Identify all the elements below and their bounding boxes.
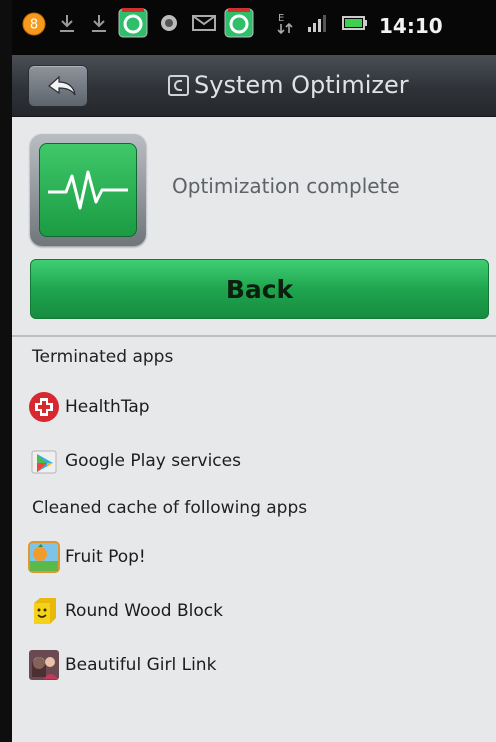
fruit-pop-icon (28, 541, 60, 573)
left-edge (0, 0, 12, 742)
comodo-icon (224, 8, 254, 38)
app-name: Round Wood Block (65, 601, 223, 621)
comodo-icon (118, 8, 148, 38)
header-back-button[interactable] (28, 65, 88, 107)
app-name: HealthTap (65, 397, 150, 417)
signal-icon (306, 12, 328, 34)
status-bar: 8 E 14:10 (12, 0, 496, 55)
terminated-apps-heading: Terminated apps (32, 347, 174, 367)
cleaned-cache-heading: Cleaned cache of following apps (32, 498, 308, 518)
network-type-label: E (278, 13, 284, 24)
back-button[interactable]: Back (30, 259, 489, 319)
app-name: Beautiful Girl Link (65, 655, 217, 675)
notification-badge-icon: 8 (22, 12, 46, 36)
list-item-round-wood-block[interactable]: Round Wood Block (28, 594, 223, 628)
screen: 8 E 14:10 System Optimizer Optimization … (0, 0, 496, 742)
download-icon (88, 12, 110, 34)
app-name: Google Play services (65, 451, 241, 471)
download-icon (56, 12, 78, 34)
badge-count: 8 (30, 18, 38, 33)
back-arrow-icon (48, 75, 76, 96)
title-bar: System Optimizer (12, 55, 496, 117)
list-item-beautiful-girl-link[interactable]: Beautiful Girl Link (28, 648, 216, 682)
app-name: Fruit Pop! (65, 547, 146, 567)
data-arrows-icon: E (274, 12, 296, 35)
google-play-icon (28, 445, 60, 477)
status-time: 14:10 (379, 14, 443, 38)
comodo-logo-icon (168, 74, 189, 96)
main-content: Optimization complete Back Terminated ap… (12, 117, 496, 742)
list-item-google-play-services[interactable]: Google Play services (28, 444, 241, 478)
android-icon (158, 12, 180, 34)
heartbeat-monitor-icon (30, 134, 146, 246)
back-button-label: Back (225, 274, 294, 304)
email-icon (192, 12, 216, 34)
list-item-fruit-pop[interactable]: Fruit Pop! (28, 540, 146, 574)
page-title: System Optimizer (168, 65, 409, 105)
healthtap-icon (28, 391, 60, 423)
list-item-healthtap[interactable]: HealthTap (28, 390, 150, 424)
page-title-text: System Optimizer (194, 71, 409, 99)
divider (12, 335, 496, 337)
battery-icon (342, 12, 368, 34)
wood-block-icon (28, 595, 60, 627)
girl-link-icon (28, 649, 60, 681)
optimization-status-text: Optimization complete (172, 174, 400, 198)
